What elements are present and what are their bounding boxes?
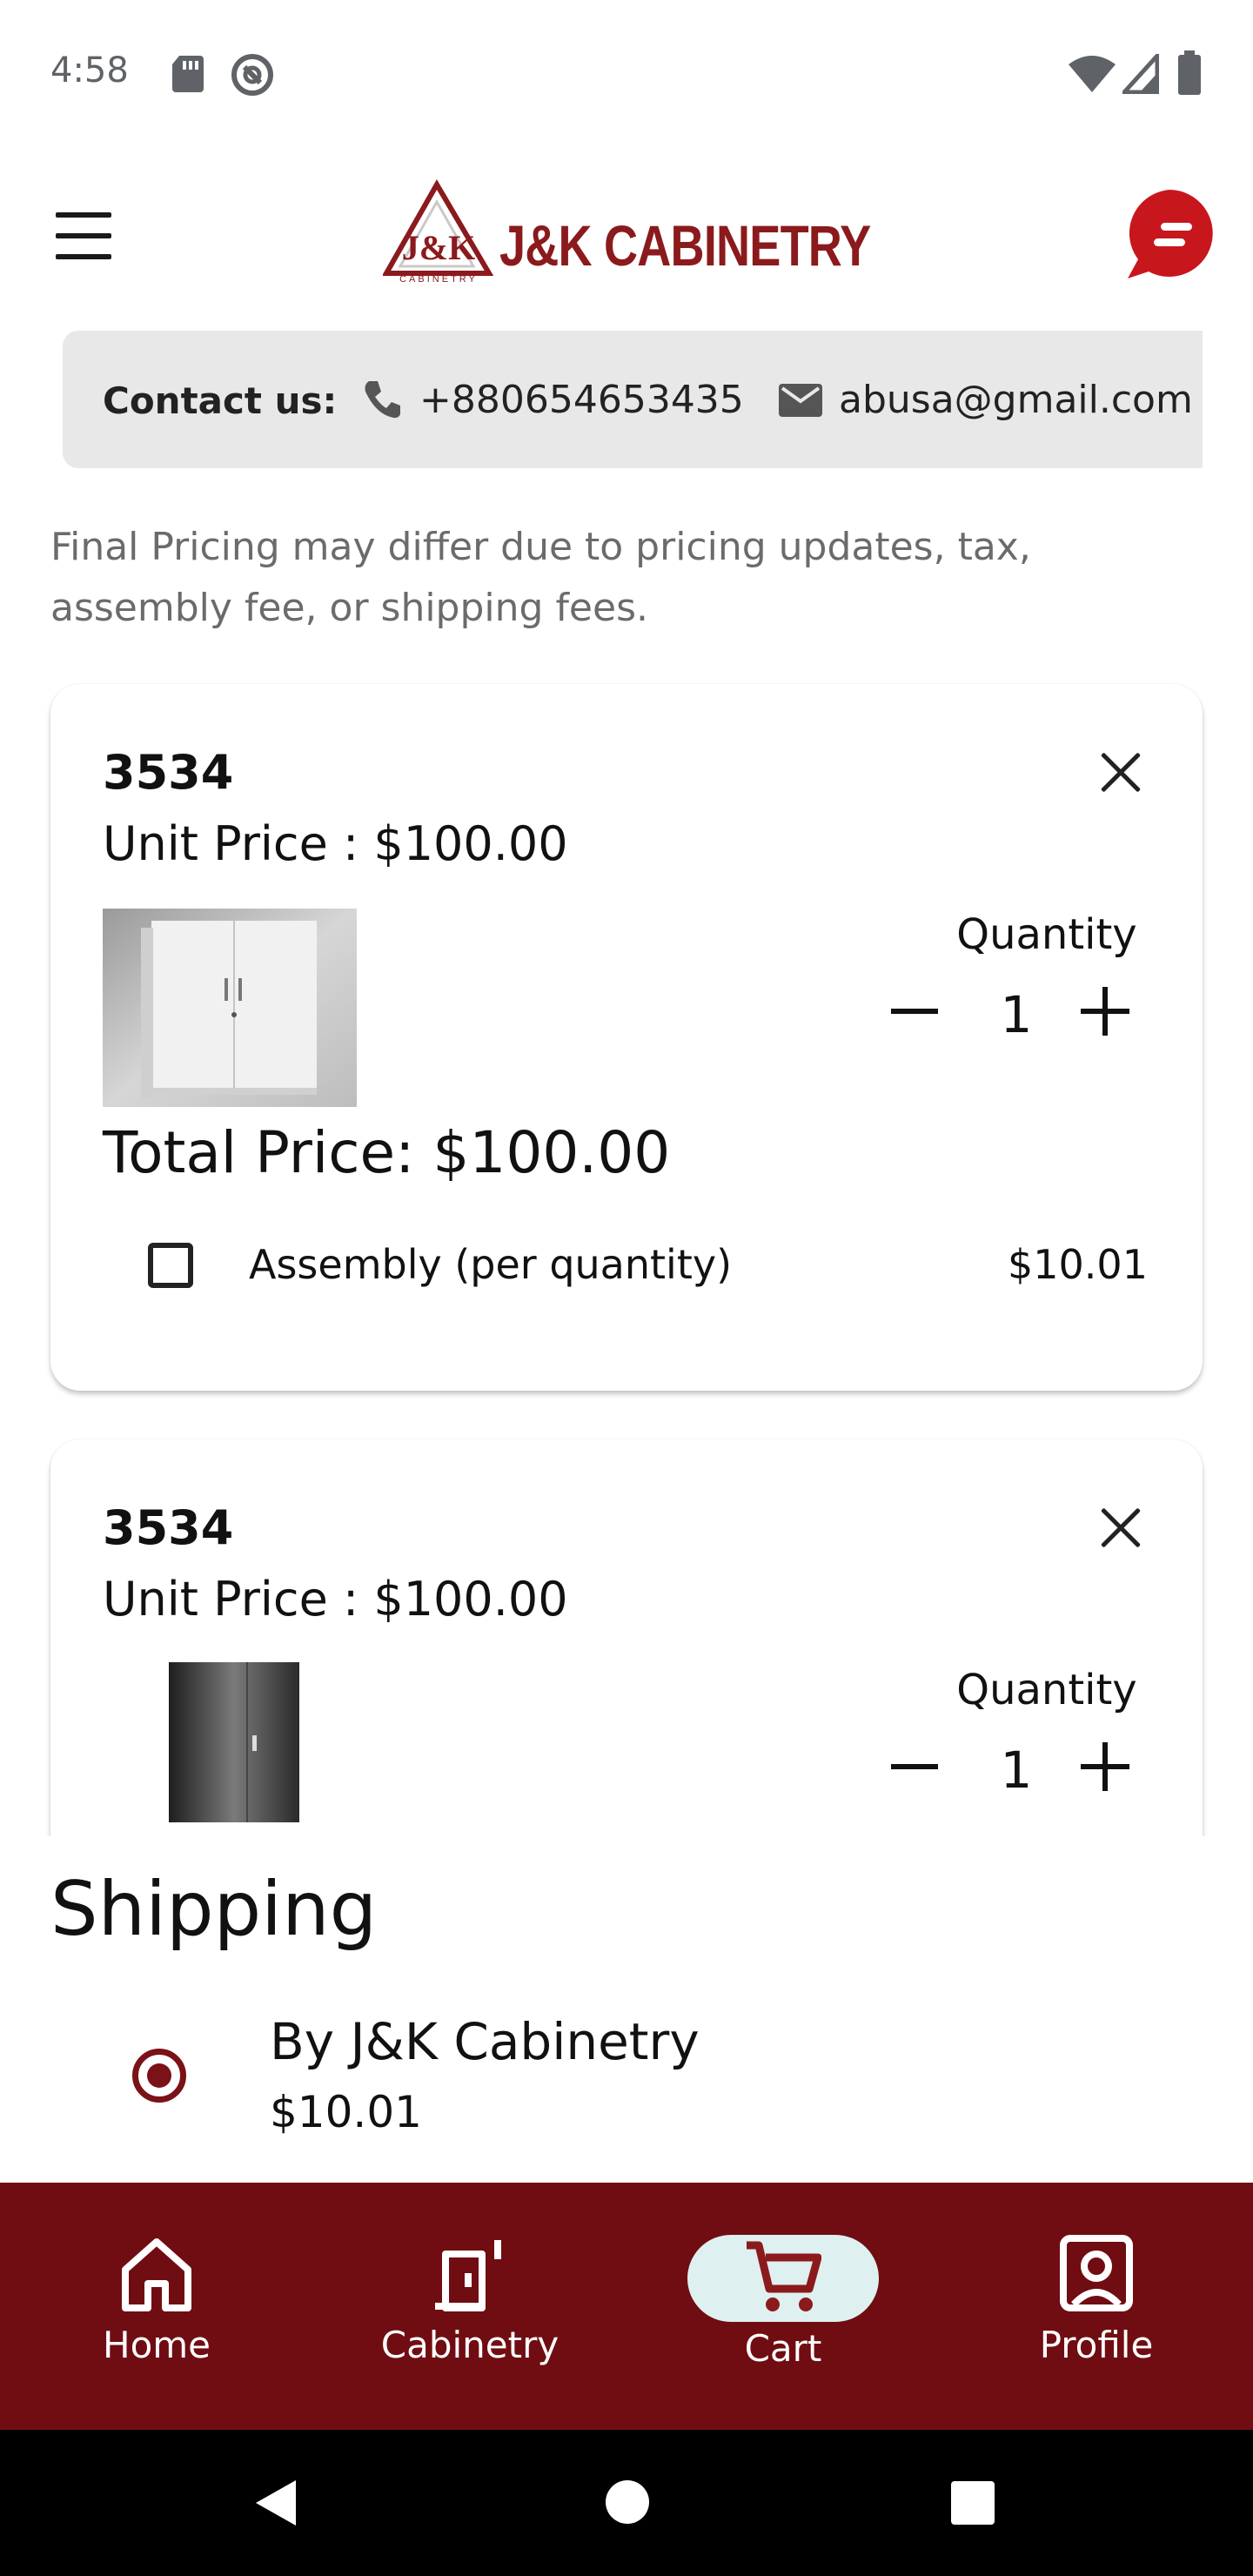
cart-item-card: 3534 Unit Price : $100.00 Quantity 1 Tot…: [50, 684, 1203, 1391]
cart-item-card: 3534 Unit Price : $100.00 Quantity 1: [50, 1439, 1203, 1875]
system-navigation-bar: [0, 2430, 1253, 2576]
assembly-checkbox[interactable]: [148, 1243, 193, 1288]
quantity-value: 1: [1000, 1741, 1033, 1800]
decrease-quantity-button[interactable]: [891, 1764, 938, 1769]
mail-icon: [779, 384, 822, 417]
nav-home[interactable]: Home: [0, 2183, 313, 2430]
recents-icon[interactable]: [950, 2480, 995, 2526]
chat-button[interactable]: [1122, 186, 1218, 282]
home-icon: [122, 2238, 191, 2311]
wifi-icon: [1069, 56, 1116, 92]
black-cabinet-image: [169, 1662, 299, 1822]
increase-quantity-button[interactable]: [1081, 987, 1129, 1036]
hamburger-menu-icon: [56, 212, 111, 218]
nav-cart[interactable]: Cart: [626, 2183, 940, 2430]
contact-bar: Contact us: +880654653435 abusa@gmail.co…: [63, 331, 1203, 468]
nav-cabinetry-label: Cabinetry: [380, 2324, 559, 2366]
item-unit-price: Unit Price : $100.00: [103, 1572, 568, 1627]
bottom-navigation: Home Cabinetry Cart Profile: [0, 2183, 1253, 2430]
nav-home-label: Home: [102, 2324, 211, 2366]
logo-mark-text: J&K: [402, 228, 475, 267]
sd-card-icon: [172, 56, 204, 92]
item-unit-price: Unit Price : $100.00: [103, 816, 568, 871]
cart-icon: [747, 2241, 821, 2311]
nav-cart-label: Cart: [744, 2327, 822, 2370]
menu-button[interactable]: [56, 212, 115, 261]
item-name: 3534: [103, 745, 234, 800]
remove-item-button[interactable]: [1098, 1506, 1143, 1551]
quantity-value: 1: [1000, 985, 1033, 1044]
signal-icon: [1122, 54, 1159, 94]
cabinet-icon: [435, 2240, 501, 2311]
phone-icon: [365, 381, 400, 419]
shipping-option-radio[interactable]: [132, 2049, 186, 2103]
do-not-disturb-icon: [231, 54, 273, 96]
contact-label: Contact us:: [103, 379, 338, 422]
pricing-disclaimer: Final Pricing may differ due to pricing …: [50, 525, 1031, 630]
contact-email[interactable]: abusa@gmail.com: [839, 378, 1193, 422]
profile-icon: [1060, 2235, 1133, 2311]
chat-bubble-icon: [1128, 190, 1213, 278]
quantity-label: Quantity: [956, 910, 1137, 959]
assembly-label: Assembly (per quantity): [249, 1241, 733, 1288]
item-name: 3534: [103, 1500, 234, 1555]
shipping-title: Shipping: [50, 1866, 378, 1953]
assembly-price: $10.01: [1008, 1241, 1148, 1288]
status-time: 4:58: [50, 50, 129, 91]
home-circle-icon[interactable]: [604, 2479, 651, 2526]
contact-phone[interactable]: +880654653435: [419, 378, 744, 422]
white-cabinet-image: [103, 909, 357, 1107]
decrease-quantity-button[interactable]: [891, 1009, 938, 1014]
remove-item-button[interactable]: [1098, 750, 1143, 795]
nav-profile[interactable]: Profile: [940, 2183, 1253, 2430]
shipping-option-name: By J&K Cabinetry: [270, 2012, 700, 2071]
back-icon[interactable]: [252, 2477, 299, 2529]
shipping-option-price: $10.01: [270, 2087, 422, 2137]
quantity-label: Quantity: [956, 1666, 1137, 1714]
logo-mark-icon: J&K CABINETRY: [383, 179, 494, 284]
brand-name: J&K CABINETRY: [499, 213, 871, 278]
increase-quantity-button[interactable]: [1081, 1742, 1129, 1791]
item-total-price: Total Price: $100.00: [103, 1119, 671, 1186]
nav-cabinetry[interactable]: Cabinetry: [313, 2183, 626, 2430]
battery-icon: [1178, 50, 1201, 95]
nav-profile-label: Profile: [1039, 2324, 1154, 2366]
logo-sub-text: CABINETRY: [399, 274, 478, 284]
